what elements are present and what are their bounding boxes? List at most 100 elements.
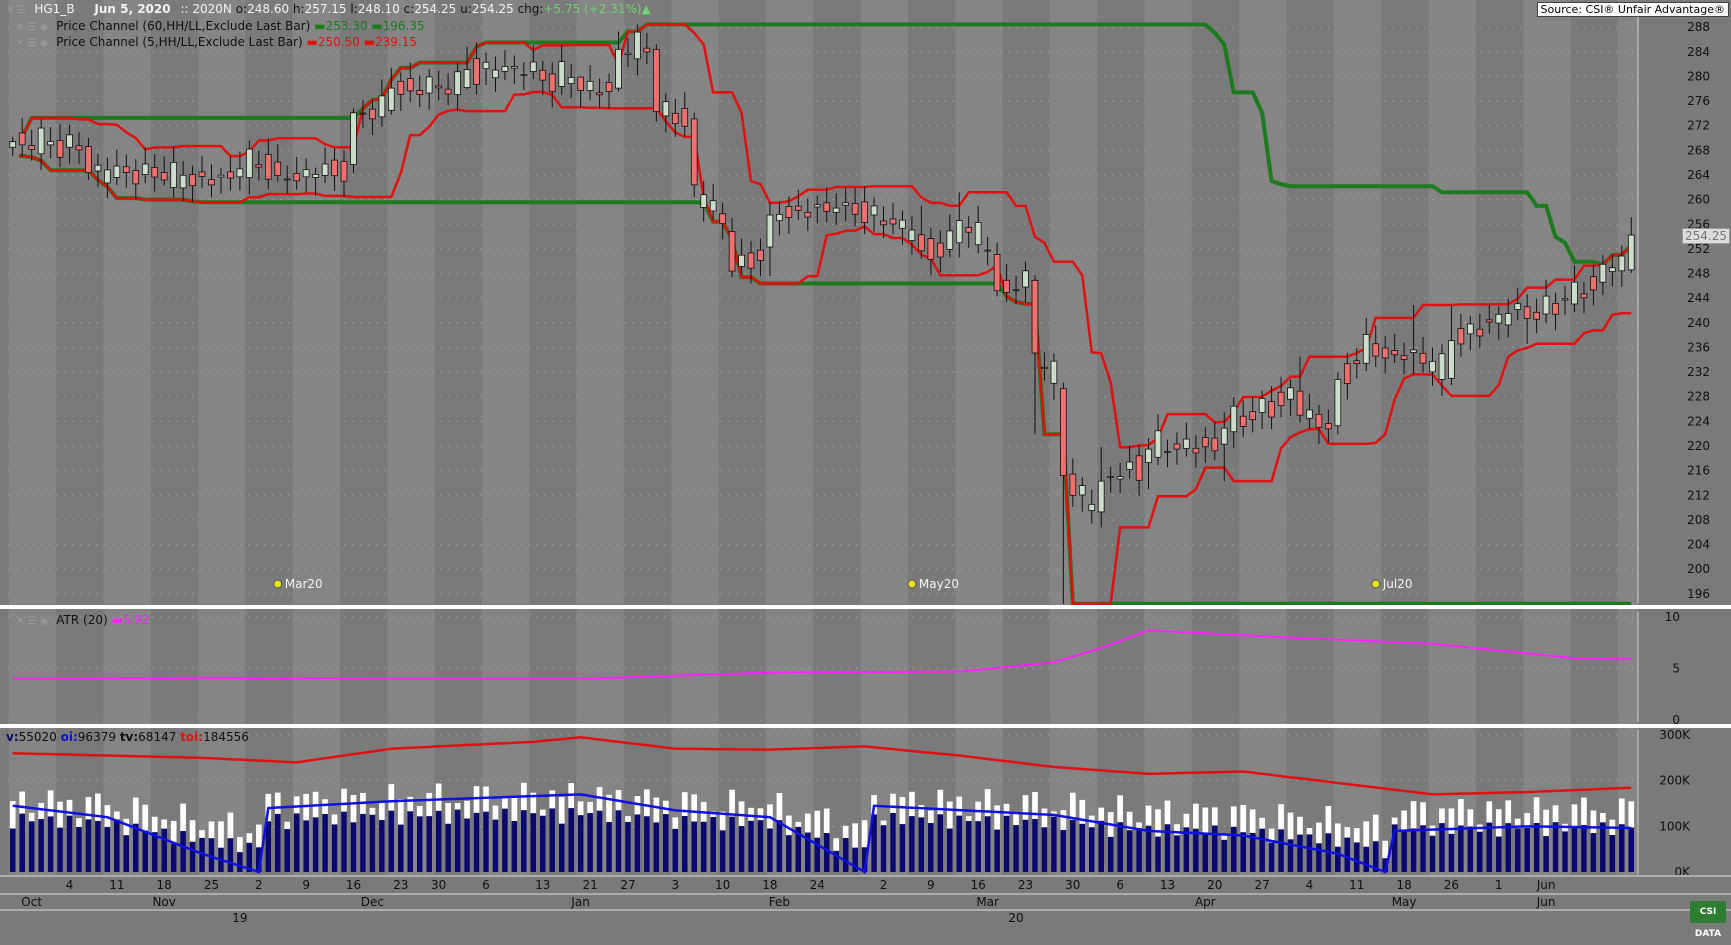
event-marker-label: May20 [919, 577, 959, 591]
price-tick-label: 236 [1687, 340, 1710, 354]
candle-body [511, 66, 518, 69]
pc60-legend[interactable]: ✕ ☰ ◉ Price Channel (60,HH/LL,Exclude La… [16, 19, 425, 35]
date-tick-label: 13 [1160, 878, 1175, 892]
volume-bar [1514, 828, 1521, 872]
volume-bar [748, 820, 754, 872]
pane-controls-icon[interactable]: ✕ ☰ [6, 3, 27, 18]
volume-bar [890, 812, 896, 872]
price-tick-label: 284 [1687, 45, 1710, 59]
volume-bar [1562, 831, 1568, 872]
date-tick-label: 30 [1065, 878, 1080, 892]
volume-bar [1335, 846, 1341, 872]
event-marker-dot [907, 579, 917, 589]
date-tick-label: 9 [302, 878, 310, 892]
month-label: Jan [570, 895, 590, 909]
volume-bar [435, 810, 442, 872]
volume-bar [615, 810, 622, 872]
candle-body [1031, 279, 1039, 354]
volume-legend[interactable]: v:55020 oi:96379 tv:68147 toi:184556 [6, 730, 249, 745]
candle-body [1618, 255, 1626, 272]
volume-bar [606, 822, 612, 872]
volume-bar [539, 815, 546, 872]
atr-legend[interactable]: ✕ ☰ ◉ ATR (20) ▬5.92 [16, 613, 150, 629]
candle-body [1249, 411, 1256, 421]
candle-body [132, 169, 140, 185]
volume-bar [1107, 836, 1114, 872]
candle-body [141, 163, 149, 175]
pc5-legend[interactable]: ✕ ☰ ◉ Price Channel (5,HH/LL,Exclude Las… [16, 35, 417, 51]
candle-body [293, 172, 301, 182]
candle-body [1116, 476, 1124, 480]
time-axis: 4 11 18 25 2 9 16 23 30 6 13 21 27 3 10 18 24 2 9 16 23 30 6 13… [0, 875, 1731, 925]
volume-bar [47, 816, 54, 872]
volume-bar [946, 828, 953, 872]
candle-body [643, 47, 651, 53]
indicator-controls-icon[interactable]: ✕ ☰ ◉ [16, 20, 48, 35]
candle-body [1590, 276, 1597, 291]
candle-body [227, 171, 234, 179]
contract-label: 2020N [192, 2, 232, 16]
volume-bar [237, 852, 243, 872]
volume-bar [587, 813, 593, 872]
pc5-swatch-icon-2: ▬ [363, 35, 376, 49]
pc60-label: Price Channel (60,HH/LL,Exclude Last Bar… [56, 19, 311, 33]
indicator-controls-icon[interactable]: ✕ ☰ ◉ [16, 36, 48, 51]
candle-body [889, 218, 897, 225]
pane-divider-2[interactable] [0, 724, 1731, 728]
candle-body [1504, 313, 1512, 326]
volume-bar [1022, 819, 1029, 872]
indicator-controls-icon[interactable]: ✕ ☰ ◉ [16, 614, 48, 629]
volume-bar [719, 830, 726, 872]
open-label: o: [235, 2, 248, 16]
candle-body [908, 229, 916, 241]
month-label: Jun [1536, 895, 1556, 909]
volume-bar [1363, 846, 1370, 872]
volume-bar [492, 819, 499, 872]
price-tick-label: 220 [1687, 439, 1710, 453]
volume-bar [360, 813, 366, 872]
candle-body [388, 87, 395, 111]
date-tick-label: 3 [671, 878, 679, 892]
candle-body [1391, 350, 1398, 356]
volume-bar [1467, 826, 1474, 872]
pane-divider-1[interactable] [0, 605, 1731, 609]
candle-body [1533, 311, 1540, 320]
pc5-lower-value: 239.15 [375, 35, 418, 49]
candle-body [634, 31, 641, 60]
month-label: Mar [976, 895, 999, 909]
candle-body [1448, 340, 1455, 379]
date-tick-label: 18 [157, 878, 172, 892]
price-tick-label: 272 [1687, 119, 1710, 133]
volume-bar [549, 808, 556, 872]
candle-body [529, 61, 537, 72]
candle-body [302, 169, 310, 178]
volume-bar [662, 814, 669, 872]
bg-stripe [103, 0, 151, 925]
price-channel-5 [19, 23, 1633, 605]
volume-bar [880, 825, 887, 872]
candle-body [1107, 475, 1115, 478]
volume-bar [397, 824, 404, 872]
volume-bar [426, 816, 433, 872]
bg-stripe [387, 0, 435, 925]
candle-body [1078, 485, 1086, 496]
volume-bar [899, 824, 906, 872]
volume-bar [331, 824, 338, 872]
candle-body [378, 95, 386, 118]
candle-body [208, 179, 215, 186]
candle-body [1258, 398, 1266, 413]
volume-bar [1353, 842, 1360, 872]
candle-body [416, 90, 424, 95]
candle-body [548, 73, 556, 93]
candle-body [85, 146, 92, 173]
month-label: May [1392, 895, 1417, 909]
candle-body [719, 213, 726, 224]
price-tick-label: 248 [1687, 267, 1710, 281]
candle-body [567, 76, 575, 84]
volume-bar [1032, 818, 1038, 872]
candle-body [1580, 293, 1588, 299]
change-label: chg: [517, 2, 544, 16]
oi-value: 96379 [77, 730, 116, 744]
date-tick-label: 9 [927, 878, 935, 892]
pc60-lower-line [19, 153, 1632, 606]
